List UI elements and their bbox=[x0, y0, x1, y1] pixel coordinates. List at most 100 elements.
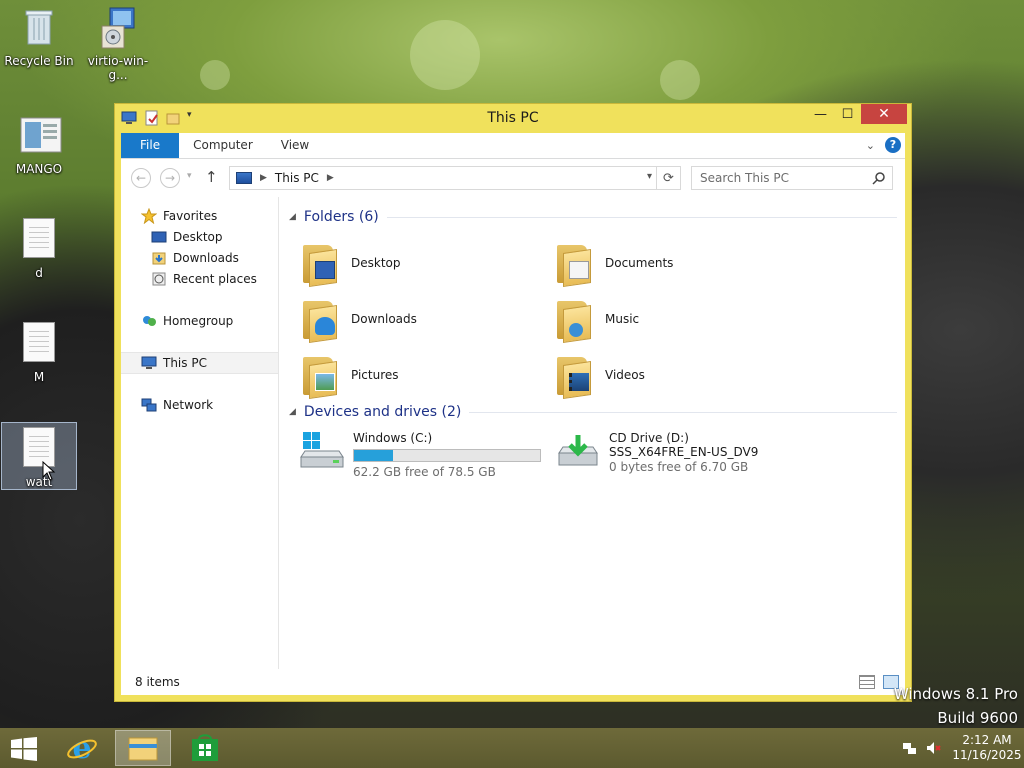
explorer-window[interactable]: ▾ This PC — ☐ ✕ File Computer View ⌄ ? ←… bbox=[114, 103, 912, 702]
downloads-icon bbox=[151, 250, 167, 266]
window-title: This PC bbox=[487, 110, 539, 126]
nav-item-label: Network bbox=[163, 398, 214, 412]
os-watermark-build: Build 9600 bbox=[937, 709, 1018, 727]
collapse-triangle-icon[interactable]: ◢ bbox=[289, 407, 296, 417]
desktop-icon-label: Recycle Bin bbox=[4, 54, 74, 68]
internet-explorer-icon: e bbox=[67, 732, 97, 764]
tab-view[interactable]: View bbox=[267, 133, 323, 158]
help-icon[interactable]: ? bbox=[885, 137, 901, 153]
recent-places-icon bbox=[151, 271, 167, 287]
group-header-label: Folders (6) bbox=[303, 209, 379, 225]
title-bar[interactable]: ▾ This PC — ☐ ✕ bbox=[115, 104, 911, 132]
desktop-icon bbox=[151, 229, 167, 245]
wallpaper-bokeh bbox=[200, 60, 230, 90]
breadcrumb-chevron-icon[interactable]: ▶ bbox=[327, 173, 334, 183]
folder-music[interactable]: Music bbox=[555, 294, 785, 344]
refresh-button[interactable]: ⟳ bbox=[656, 167, 680, 189]
nav-item-homegroup[interactable]: Homegroup bbox=[121, 310, 278, 332]
breadcrumb-this-pc[interactable]: This PC bbox=[275, 171, 319, 185]
drive-d[interactable]: CD Drive (D:) SSS_X64FRE_EN-US_DV9 0 byt… bbox=[555, 431, 758, 481]
svg-text:e: e bbox=[72, 732, 91, 764]
folder-label: Downloads bbox=[351, 312, 417, 326]
nav-item-favorites[interactable]: Favorites bbox=[121, 205, 278, 227]
hard-drive-icon bbox=[299, 431, 345, 475]
up-button[interactable]: ↑ bbox=[205, 168, 218, 186]
drive-free-space: 62.2 GB free of 78.5 GB bbox=[353, 465, 496, 479]
drive-name: CD Drive (D:) bbox=[609, 431, 689, 445]
nav-item-recent-places[interactable]: Recent places bbox=[121, 268, 278, 290]
music-folder-icon bbox=[555, 297, 595, 343]
nav-item-label: This PC bbox=[163, 356, 207, 370]
folder-downloads[interactable]: Downloads bbox=[301, 294, 531, 344]
address-dropdown-chevron-icon[interactable]: ▾ bbox=[647, 171, 652, 182]
desktop-icon-label: MANGO bbox=[15, 162, 63, 176]
start-button[interactable] bbox=[10, 737, 38, 761]
recent-locations-chevron-icon[interactable]: ▾ bbox=[187, 171, 192, 181]
desktop-icon-watt[interactable]: watt bbox=[1, 422, 77, 490]
address-bar[interactable]: ▶ This PC ▶ ▾ ⟳ bbox=[229, 166, 681, 190]
group-header-label: Devices and drives (2) bbox=[303, 404, 462, 420]
desktop-icon-label: d bbox=[35, 266, 43, 280]
details-view-icon[interactable] bbox=[859, 675, 875, 689]
drive-usage-bar bbox=[353, 449, 541, 462]
desktop-icon-mango[interactable]: MANGO bbox=[1, 114, 77, 176]
ribbon-tabs: File Computer View ⌄ ? bbox=[121, 133, 905, 159]
folder-videos[interactable]: Videos bbox=[555, 350, 785, 400]
folder-pictures[interactable]: Pictures bbox=[301, 350, 531, 400]
nav-item-downloads[interactable]: Downloads bbox=[121, 247, 278, 269]
minimize-button[interactable]: — bbox=[807, 104, 834, 124]
nav-item-network[interactable]: Network bbox=[121, 394, 278, 416]
desktop-icon-label: virtio-win-g... bbox=[87, 54, 149, 82]
cd-drive-icon bbox=[555, 431, 601, 475]
network-status-icon[interactable] bbox=[902, 740, 918, 756]
this-pc-icon bbox=[236, 172, 252, 184]
back-button[interactable]: ← bbox=[131, 168, 151, 188]
search-icon[interactable] bbox=[872, 171, 886, 185]
taskbar-clock[interactable]: 2:12 AM 11/16/2025 bbox=[950, 733, 1024, 763]
desktop-icon-virtio-installer[interactable]: virtio-win-g... bbox=[80, 6, 156, 82]
wallpaper-bokeh bbox=[660, 60, 700, 100]
folders-group-header[interactable]: ◢ Folders (6) bbox=[289, 207, 897, 227]
system-tray: 2:12 AM 11/16/2025 bbox=[902, 728, 1024, 768]
clock-date: 11/16/2025 bbox=[952, 748, 1022, 762]
desktop-icon-recycle-bin[interactable]: Recycle Bin bbox=[1, 6, 77, 68]
taskbar-internet-explorer[interactable]: e bbox=[54, 730, 110, 766]
downloads-folder-icon bbox=[301, 297, 341, 343]
content-pane: ◢ Folders (6) Desktop Documents Download… bbox=[281, 197, 905, 669]
folder-documents[interactable]: Documents bbox=[555, 238, 785, 288]
desktop-icon-d[interactable]: d bbox=[1, 218, 77, 280]
tab-computer[interactable]: Computer bbox=[179, 133, 267, 158]
drive-free-space: 0 bytes free of 6.70 GB bbox=[609, 460, 749, 474]
search-box[interactable] bbox=[691, 166, 893, 190]
tab-file[interactable]: File bbox=[121, 133, 180, 158]
nav-item-label: Homegroup bbox=[163, 314, 234, 328]
drives-group-header[interactable]: ◢ Devices and drives (2) bbox=[289, 402, 897, 422]
windows-logo-icon bbox=[11, 737, 37, 761]
search-input[interactable] bbox=[700, 171, 870, 185]
drive-c[interactable]: Windows (C:) 62.2 GB free of 78.5 GB bbox=[299, 431, 541, 481]
close-button[interactable]: ✕ bbox=[861, 104, 907, 124]
star-icon bbox=[140, 207, 158, 225]
nav-item-label: Downloads bbox=[173, 251, 239, 265]
desktop-icon-m[interactable]: M bbox=[1, 322, 77, 384]
taskbar-store[interactable] bbox=[177, 730, 233, 766]
breadcrumb-chevron-icon[interactable]: ▶ bbox=[260, 173, 267, 183]
folder-desktop[interactable]: Desktop bbox=[301, 238, 531, 288]
maximize-button[interactable]: ☐ bbox=[834, 104, 861, 124]
nav-item-label: Favorites bbox=[163, 209, 218, 223]
file-explorer-icon bbox=[128, 737, 158, 761]
status-bar: 8 items bbox=[121, 669, 905, 695]
drive-usage-fill bbox=[354, 450, 394, 461]
drive-name: Windows (C:) bbox=[353, 431, 433, 445]
clock-time: 2:12 AM bbox=[962, 733, 1012, 747]
volume-muted-icon[interactable] bbox=[926, 740, 942, 756]
folder-label: Desktop bbox=[351, 256, 401, 270]
forward-button[interactable]: → bbox=[160, 168, 180, 188]
taskbar-file-explorer[interactable] bbox=[115, 730, 171, 766]
homegroup-icon bbox=[141, 313, 157, 329]
this-pc-icon bbox=[141, 355, 157, 371]
nav-item-desktop[interactable]: Desktop bbox=[121, 226, 278, 248]
collapse-triangle-icon[interactable]: ◢ bbox=[289, 212, 296, 222]
nav-item-this-pc[interactable]: This PC bbox=[121, 352, 278, 374]
expand-ribbon-chevron-icon[interactable]: ⌄ bbox=[866, 139, 875, 152]
